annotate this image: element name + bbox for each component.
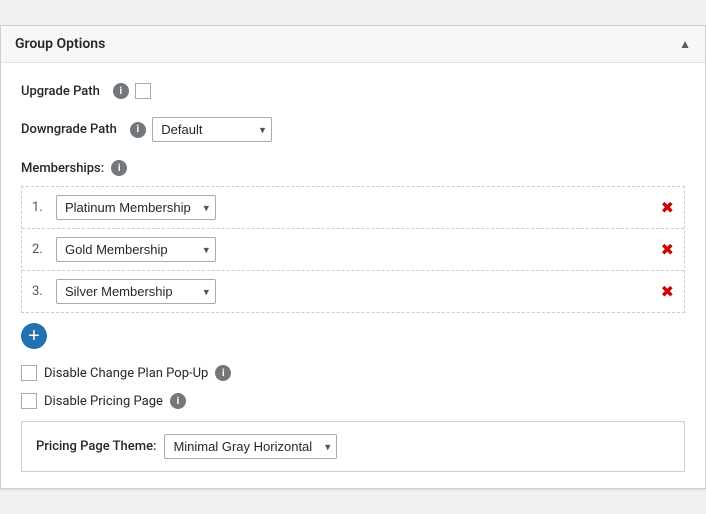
- membership-2-select-wrapper: Platinum Membership Gold Membership Silv…: [56, 237, 216, 262]
- upgrade-path-row: Upgrade Path i: [21, 83, 685, 99]
- membership-2-remove-icon[interactable]: ✖: [661, 242, 674, 258]
- disable-change-plan-row: Disable Change Plan Pop-Up i: [21, 365, 685, 381]
- pricing-theme-box: Pricing Page Theme: Minimal Gray Horizon…: [21, 421, 685, 472]
- pricing-theme-row: Pricing Page Theme: Minimal Gray Horizon…: [36, 434, 670, 459]
- memberships-label-row: Memberships: i: [21, 160, 685, 176]
- add-membership-button[interactable]: +: [21, 323, 47, 349]
- panel-body: Upgrade Path i Downgrade Path i Default …: [1, 63, 705, 488]
- membership-item: 3. Platinum Membership Gold Membership S…: [22, 271, 684, 312]
- panel-title: Group Options: [15, 36, 105, 52]
- pricing-theme-select-wrapper: Minimal Gray Horizontal Default Blue Gre…: [164, 434, 337, 459]
- membership-2-select[interactable]: Platinum Membership Gold Membership Silv…: [56, 237, 216, 262]
- membership-1-select[interactable]: Platinum Membership Gold Membership Silv…: [56, 195, 216, 220]
- downgrade-path-label: Downgrade Path: [21, 122, 117, 137]
- panel-toggle-icon[interactable]: ▲: [679, 37, 691, 51]
- downgrade-path-select-wrapper: Default Custom None: [152, 117, 272, 142]
- memberships-info-icon[interactable]: i: [111, 160, 127, 176]
- membership-3-remove-icon[interactable]: ✖: [661, 284, 674, 300]
- membership-list: 1. Platinum Membership Gold Membership S…: [21, 186, 685, 313]
- membership-number-1: 1.: [32, 200, 48, 215]
- panel-header: Group Options ▲: [1, 26, 705, 63]
- membership-1-remove-icon[interactable]: ✖: [661, 200, 674, 216]
- memberships-label: Memberships:: [21, 161, 104, 176]
- membership-item: 2. Platinum Membership Gold Membership S…: [22, 229, 684, 271]
- downgrade-path-row: Downgrade Path i Default Custom None: [21, 117, 685, 142]
- disable-pricing-info-icon[interactable]: i: [170, 393, 186, 409]
- disable-change-plan-checkbox[interactable]: [21, 365, 37, 381]
- membership-number-3: 3.: [32, 284, 48, 299]
- upgrade-path-checkbox[interactable]: [135, 83, 151, 99]
- downgrade-path-select[interactable]: Default Custom None: [152, 117, 272, 142]
- disable-pricing-label: Disable Pricing Page i: [44, 393, 186, 409]
- membership-number-2: 2.: [32, 242, 48, 257]
- upgrade-path-info-icon[interactable]: i: [113, 83, 129, 99]
- group-options-panel: Group Options ▲ Upgrade Path i Downgrade…: [0, 25, 706, 489]
- pricing-theme-label: Pricing Page Theme:: [36, 439, 156, 454]
- downgrade-path-info-icon[interactable]: i: [130, 122, 146, 138]
- membership-item: 1. Platinum Membership Gold Membership S…: [22, 187, 684, 229]
- disable-change-plan-info-icon[interactable]: i: [215, 365, 231, 381]
- disable-change-plan-label: Disable Change Plan Pop-Up i: [44, 365, 231, 381]
- disable-pricing-row: Disable Pricing Page i: [21, 393, 685, 409]
- pricing-theme-select[interactable]: Minimal Gray Horizontal Default Blue Gre…: [164, 434, 337, 459]
- membership-3-select-wrapper: Platinum Membership Gold Membership Silv…: [56, 279, 216, 304]
- membership-1-select-wrapper: Platinum Membership Gold Membership Silv…: [56, 195, 216, 220]
- membership-3-select[interactable]: Platinum Membership Gold Membership Silv…: [56, 279, 216, 304]
- disable-pricing-checkbox[interactable]: [21, 393, 37, 409]
- upgrade-path-label: Upgrade Path: [21, 84, 100, 99]
